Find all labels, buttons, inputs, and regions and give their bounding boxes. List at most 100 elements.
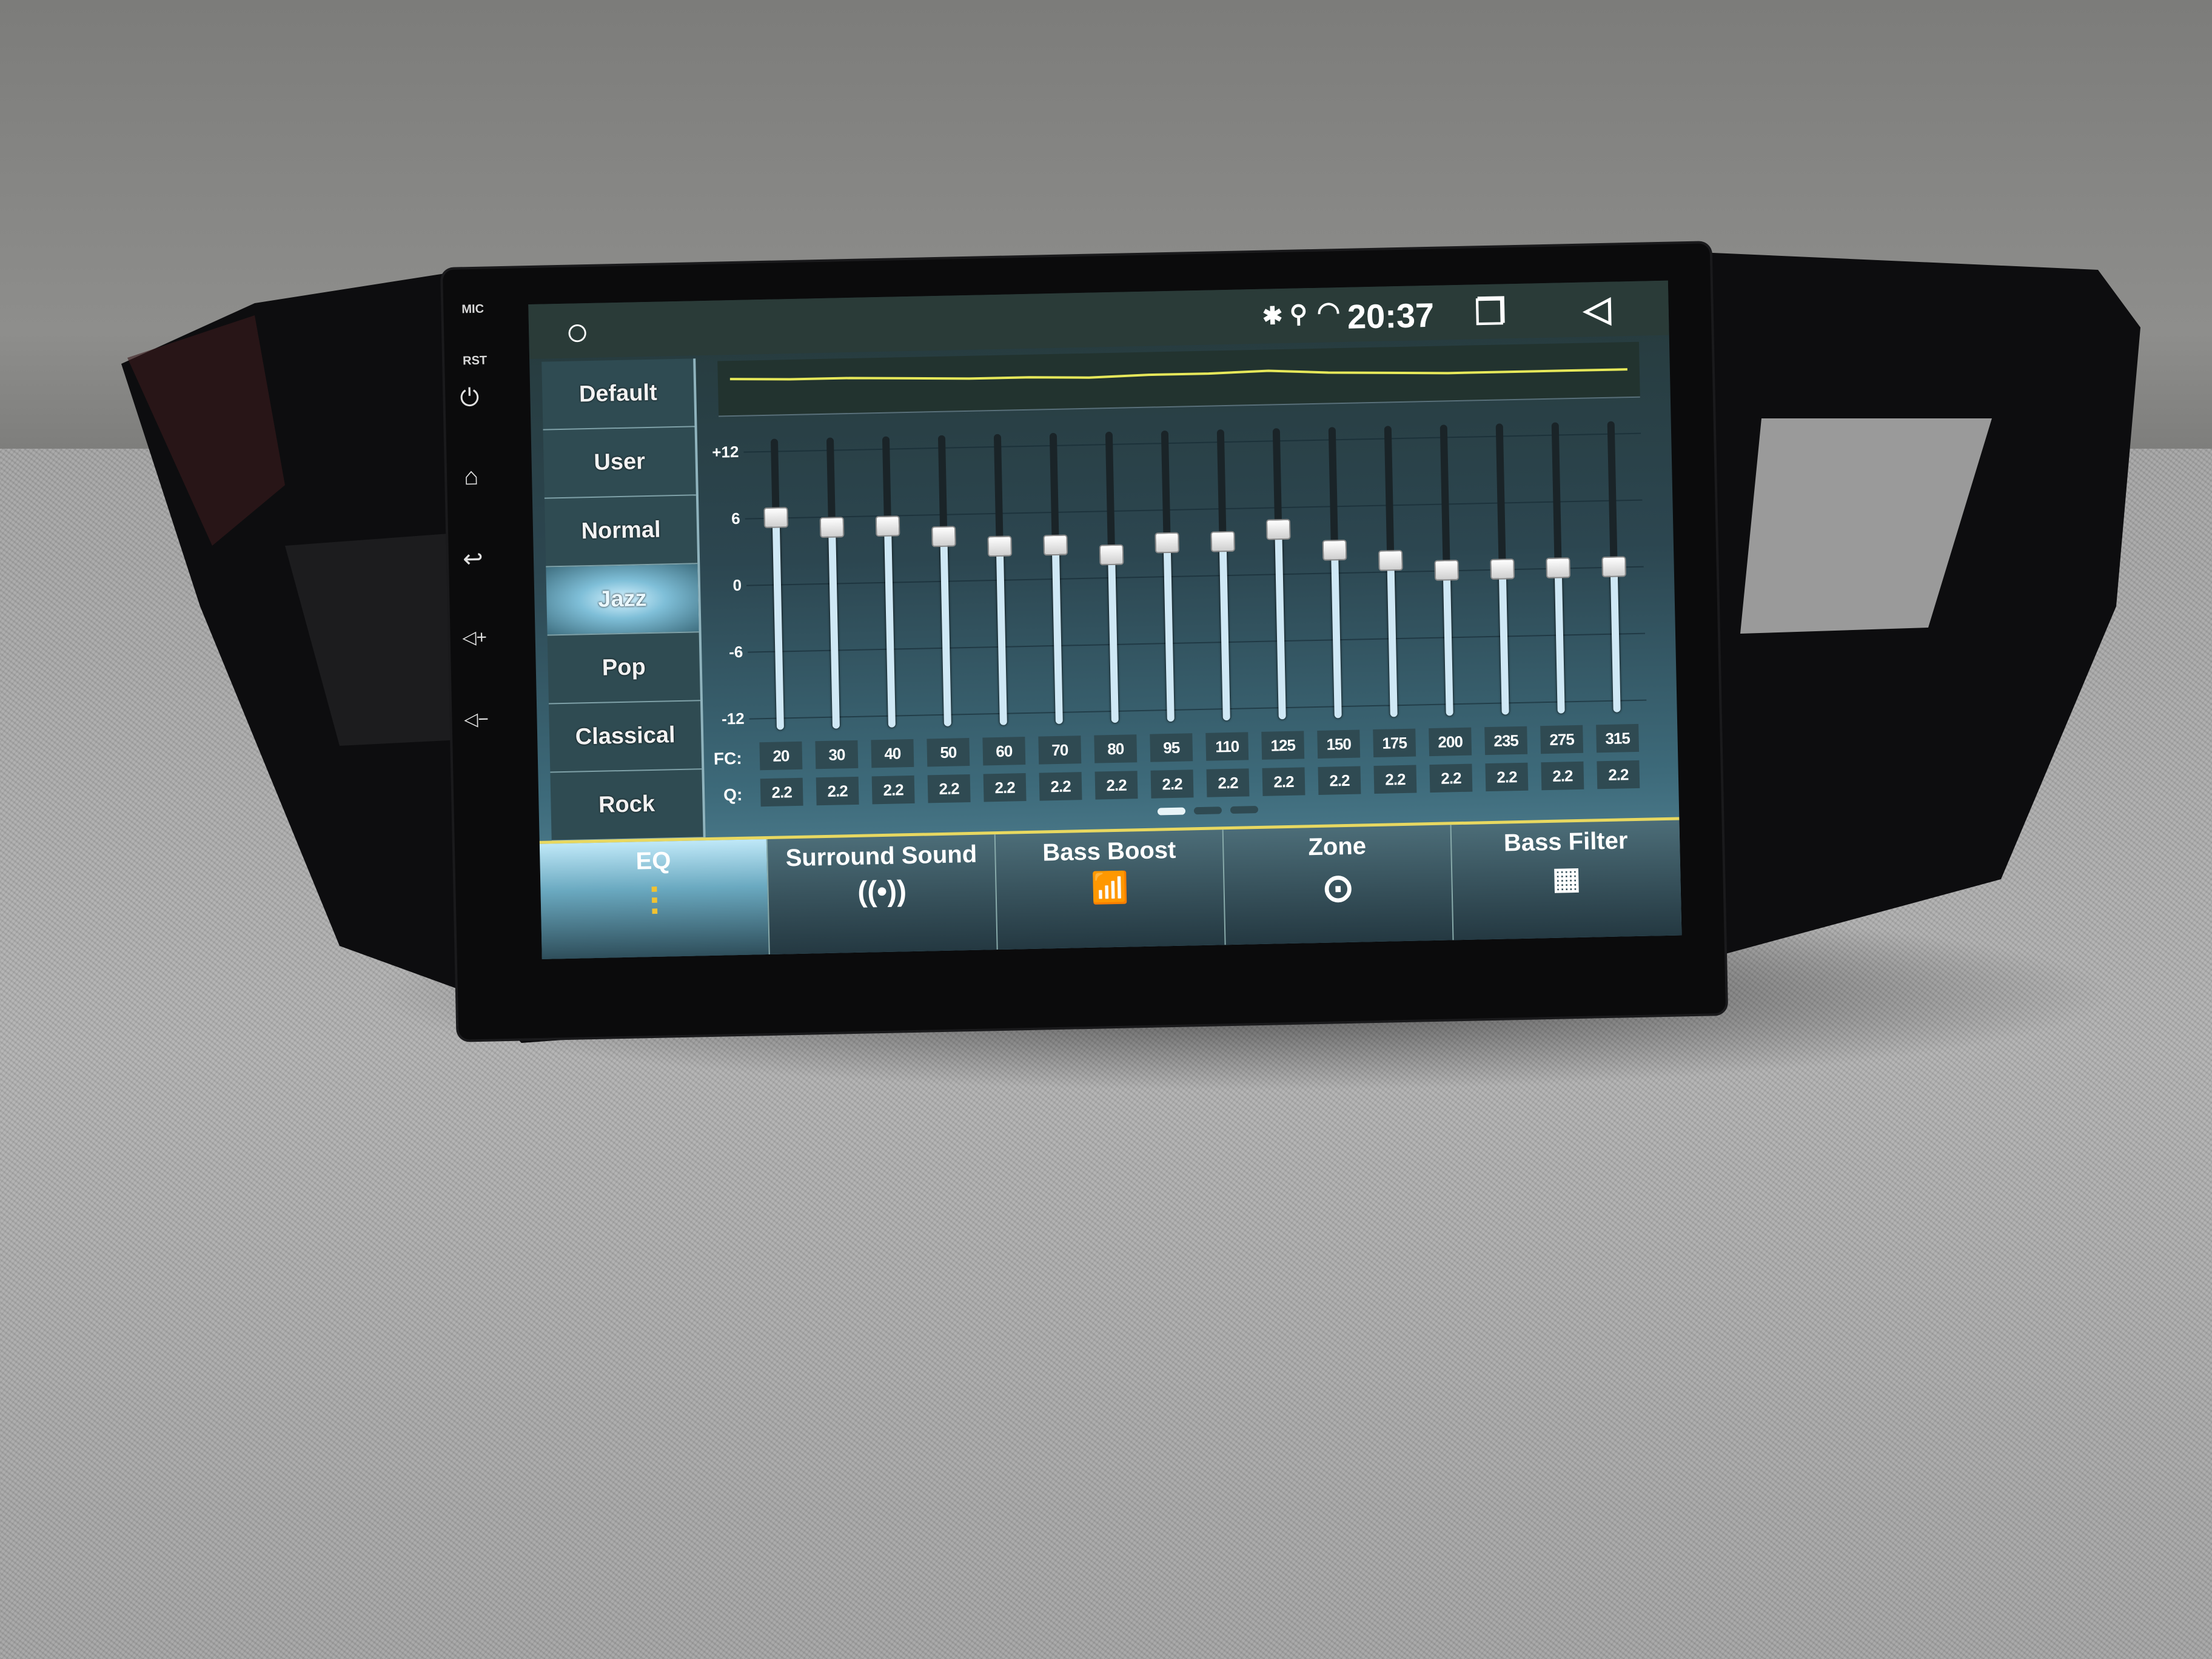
slider-knob-275[interactable] [1546, 557, 1571, 578]
preset-normal[interactable]: Normal [544, 495, 698, 568]
slider-track-level [1498, 569, 1509, 715]
slider-track-level [996, 546, 1007, 725]
q-label: Q: [723, 785, 743, 805]
page-dot[interactable] [1230, 806, 1259, 814]
slider-track-upper [1049, 432, 1059, 546]
q-value[interactable]: 2.2 [1429, 763, 1473, 793]
fc-value[interactable]: 200 [1429, 727, 1472, 757]
slider-knob-95[interactable] [1155, 532, 1180, 554]
eq-curve-line [729, 368, 1627, 381]
q-value[interactable]: 2.2 [1094, 771, 1138, 800]
slider-knob-50[interactable] [931, 526, 956, 547]
fc-value[interactable]: 125 [1261, 731, 1305, 760]
head-unit-bezel: MIC RST ⏻ ⌂ ↩ ◁+ ◁− ○ ✱ ⚲ ◠ 20:37 ❐ ◁ De… [443, 243, 1726, 1040]
fc-value[interactable]: 235 [1484, 726, 1528, 756]
slider-knob-150[interactable] [1322, 540, 1347, 561]
page-dot[interactable] [1157, 807, 1186, 816]
fc-value[interactable]: 175 [1373, 728, 1416, 758]
volume-up-icon[interactable]: ◁+ [456, 626, 493, 648]
tab-bar: EQ ⫶ Surround Sound ((•)) Bass Boost 📶 Z… [539, 817, 1682, 959]
slider-knob-200[interactable] [1434, 560, 1460, 581]
q-value[interactable]: 2.2 [1206, 768, 1250, 797]
fc-value[interactable]: 40 [871, 739, 914, 768]
fc-value[interactable]: 150 [1317, 729, 1361, 759]
slider-knob-235[interactable] [1490, 558, 1515, 580]
slider-knob-125[interactable] [1265, 518, 1291, 540]
fc-value[interactable]: 315 [1596, 723, 1640, 753]
fc-value[interactable]: 95 [1150, 733, 1193, 762]
slider-track-upper [1272, 428, 1282, 530]
slider-track-upper [1439, 424, 1450, 571]
fc-value[interactable]: 20 [759, 741, 803, 771]
q-value[interactable]: 2.2 [1262, 767, 1305, 796]
q-value[interactable]: 2.2 [760, 777, 803, 807]
preset-classical[interactable]: Classical [549, 701, 702, 773]
slider-knob-175[interactable] [1378, 549, 1403, 571]
q-value[interactable]: 2.2 [1373, 765, 1417, 794]
q-value[interactable]: 2.2 [1318, 766, 1361, 795]
fc-value[interactable]: 70 [1038, 736, 1082, 765]
q-value[interactable]: 2.2 [871, 775, 915, 805]
fc-value[interactable]: 60 [982, 737, 1026, 766]
back-icon[interactable]: ↩ [455, 545, 492, 573]
preset-rock[interactable]: Rock [550, 769, 703, 842]
tab-bass-boost-label: Bass Boost [1042, 836, 1176, 866]
mic-label: MIC [461, 302, 484, 317]
slider-track-level [1610, 566, 1621, 712]
q-value[interactable]: 2.2 [927, 774, 971, 803]
preset-default[interactable]: Default [541, 358, 695, 431]
location-icon: ⚲ [1289, 301, 1308, 328]
y-tick-plus12: +12 [711, 442, 739, 461]
slider-knob-70[interactable] [1043, 534, 1068, 556]
q-value[interactable]: 2.2 [1597, 760, 1640, 789]
preset-user[interactable]: User [543, 427, 696, 499]
nav-back-icon[interactable]: ◁ [1583, 288, 1611, 330]
preset-pop[interactable]: Pop [547, 632, 700, 705]
fc-value[interactable]: 80 [1094, 734, 1138, 763]
page-dot[interactable] [1193, 806, 1222, 815]
slider-track-upper [1105, 431, 1116, 555]
y-tick-minus6: -6 [728, 642, 743, 662]
fc-value[interactable]: 275 [1540, 725, 1584, 754]
tab-bass-boost[interactable]: Bass Boost 📶 [995, 830, 1226, 953]
preset-jazz[interactable]: Jazz [546, 564, 699, 636]
tab-bass-filter[interactable]: Bass Filter ▦ [1452, 820, 1682, 943]
slider-knob-60[interactable] [987, 535, 1013, 557]
slider-knob-80[interactable] [1099, 544, 1124, 566]
slider-knob-30[interactable] [819, 517, 845, 538]
zone-icon: ⊙ [1321, 865, 1355, 910]
tab-surround-label: Surround Sound [785, 840, 977, 872]
q-value[interactable]: 2.2 [1150, 769, 1194, 799]
slider-knob-40[interactable] [875, 515, 900, 537]
slider-track-level [1051, 545, 1063, 724]
q-value[interactable]: 2.2 [1541, 761, 1584, 791]
bass-boost-icon: 📶 [1090, 870, 1130, 905]
fc-value[interactable]: 30 [815, 740, 859, 769]
tab-zone[interactable]: Zone ⊙ [1223, 825, 1454, 948]
bass-filter-icon: ▦ [1552, 860, 1581, 896]
power-icon[interactable]: ⏻ [451, 384, 488, 412]
tab-zone-label: Zone [1308, 833, 1367, 861]
slider-track-level [772, 517, 785, 730]
tab-bass-filter-label: Bass Filter [1503, 827, 1628, 857]
tab-surround-sound[interactable]: Surround Sound ((•)) [767, 834, 998, 957]
slider-track-level [1275, 529, 1286, 720]
slider-knob-110[interactable] [1210, 531, 1236, 552]
volume-down-icon[interactable]: ◁− [458, 708, 495, 730]
rst-button[interactable]: RST [463, 354, 487, 369]
q-value[interactable]: 2.2 [1039, 772, 1082, 801]
gridline [749, 699, 1647, 720]
fc-value[interactable]: 110 [1205, 732, 1249, 761]
slider-track-level [1443, 570, 1453, 716]
home-circle-icon[interactable]: ○ [565, 308, 589, 355]
slider-track-upper [993, 434, 1004, 546]
home-icon[interactable]: ⌂ [453, 463, 490, 491]
q-value[interactable]: 2.2 [816, 776, 859, 806]
fc-value[interactable]: 50 [927, 737, 970, 767]
q-value[interactable]: 2.2 [1485, 762, 1529, 792]
slider-knob-315[interactable] [1601, 556, 1627, 578]
tab-eq[interactable]: EQ ⫶ [539, 839, 770, 959]
q-value[interactable]: 2.2 [983, 773, 1027, 802]
recents-icon[interactable]: ❐ [1474, 291, 1506, 333]
slider-knob-20[interactable] [763, 507, 789, 528]
